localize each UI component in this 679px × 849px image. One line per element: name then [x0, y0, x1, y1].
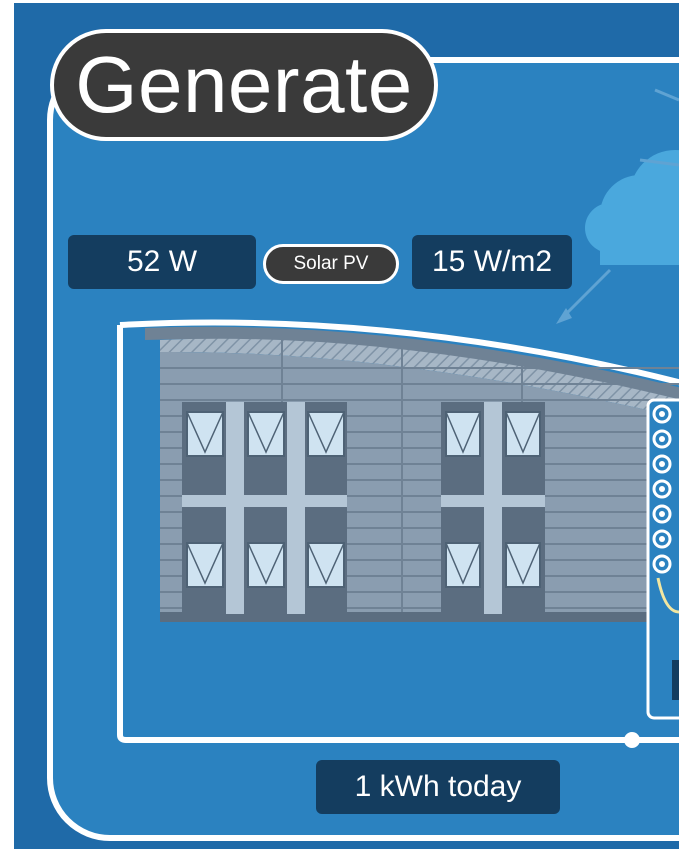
page-title: Generate: [50, 29, 438, 141]
building: [145, 326, 679, 622]
window-icon: [247, 411, 285, 457]
power-readout: 52 W: [68, 235, 256, 289]
window-block: [182, 402, 347, 614]
window-icon: [186, 411, 224, 457]
window-icon: [247, 542, 285, 588]
circuit-node: [624, 732, 640, 748]
irradiance-readout: 15 W/m2: [412, 235, 572, 289]
window-icon: [307, 411, 345, 457]
window-icon: [445, 542, 481, 588]
window-block: [441, 402, 545, 614]
window-icon: [505, 411, 541, 457]
coil-icon: [646, 398, 679, 720]
window-icon: [307, 542, 345, 588]
source-label: Solar PV: [263, 244, 399, 284]
window-icon: [445, 411, 481, 457]
energy-today-readout: 1 kWh today: [316, 760, 560, 814]
window-icon: [505, 542, 541, 588]
window-icon: [186, 542, 224, 588]
generate-panel: Generate 52 W Solar PV 15 W/m2 1 kWh tod…: [0, 0, 679, 849]
